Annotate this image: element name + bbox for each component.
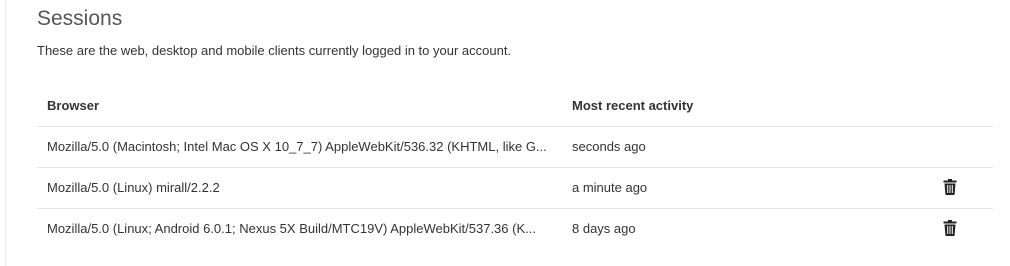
table-header: Browser Most recent activity [37,86,993,127]
session-activity: a minute ago [572,180,648,195]
column-header-browser: Browser [47,98,100,113]
sessions-section: Sessions These are the web, desktop and … [5,0,1010,266]
trash-icon[interactable] [943,220,957,237]
session-browser: Mozilla/5.0 (Linux) mirall/2.2.2 [47,180,220,195]
revoke-session-button[interactable] [935,209,965,249]
sessions-table: Browser Most recent activity Mozilla/5.0… [37,86,993,249]
revoke-session-button[interactable] [935,168,965,208]
session-activity: seconds ago [572,139,646,154]
session-browser: Mozilla/5.0 (Linux; Android 6.0.1; Nexus… [47,221,536,236]
section-title: Sessions [37,7,123,30]
column-header-activity: Most recent activity [572,98,694,113]
section-description: These are the web, desktop and mobile cl… [37,43,512,58]
table-row: Mozilla/5.0 (Macintosh; Intel Mac OS X 1… [37,127,993,168]
session-activity: 8 days ago [572,221,636,236]
table-row: Mozilla/5.0 (Linux) mirall/2.2.2 a minut… [37,168,993,209]
trash-icon[interactable] [943,179,957,196]
session-browser: Mozilla/5.0 (Macintosh; Intel Mac OS X 1… [47,139,547,154]
table-row: Mozilla/5.0 (Linux; Android 6.0.1; Nexus… [37,209,993,249]
